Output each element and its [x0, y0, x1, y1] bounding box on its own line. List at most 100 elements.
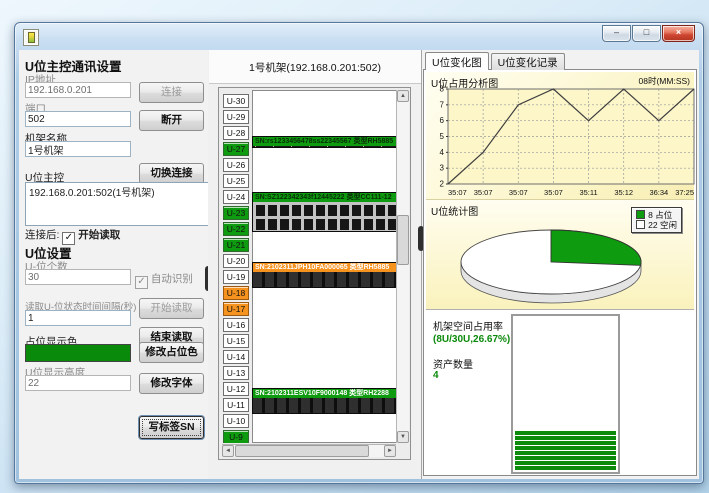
- occupied-unit-bar: [515, 446, 616, 450]
- svg-text:35:07: 35:07: [474, 188, 493, 197]
- rack-slot[interactable]: U-15: [223, 334, 249, 348]
- scroll-down-icon[interactable]: ▼: [397, 431, 409, 443]
- after-connect-label: 连接后:: [25, 229, 59, 241]
- write-sn-button[interactable]: 写标签SN: [139, 416, 204, 439]
- rack-slot[interactable]: U-24: [223, 190, 249, 204]
- client-area: U位主控通讯设置 IP地址 连接 端口 断开 机架名称 切换连接 U位主控 19…: [19, 50, 699, 479]
- rack-slot[interactable]: U-26: [223, 158, 249, 172]
- svg-text:35:07: 35:07: [509, 188, 528, 197]
- tab-u-change-log[interactable]: U位变化记录: [491, 53, 565, 70]
- device-faceplate: [253, 398, 397, 413]
- rack-name-input[interactable]: [25, 141, 131, 157]
- tab-u-change-chart[interactable]: U位变化图: [425, 52, 489, 70]
- rack-horizontal-scrollbar[interactable]: ◄ ►: [222, 444, 396, 457]
- svg-text:37:25: 37:25: [675, 188, 694, 197]
- rack-slot[interactable]: U-27: [223, 142, 249, 156]
- disconnect-button[interactable]: 断开: [139, 110, 204, 131]
- app-window: – □ × U位主控通讯设置 IP地址 连接 端口 断开 机架名称 切换连接 U…: [14, 22, 704, 484]
- master-list-item[interactable]: 192.168.0.201:502(1号机架): [29, 184, 205, 199]
- rack-device[interactable]: SN:SZ122342343f12445222 类型CC111-12: [252, 192, 398, 232]
- scroll-right-icon[interactable]: ►: [384, 445, 396, 457]
- svg-text:35:12: 35:12: [614, 188, 633, 197]
- modify-font-button[interactable]: 修改字体: [139, 373, 204, 394]
- pie-chart: [426, 200, 699, 310]
- device-sn-label: SN:2102311JPH10FA000065 类型RH5885: [253, 263, 397, 272]
- device-sn-label: SN:2102311ESV10F9000148 类型RH2288: [253, 389, 397, 398]
- rack-slot[interactable]: U-28: [223, 126, 249, 140]
- rack-device[interactable]: SN:rs1233456478ss22345567 类型RH5885: [252, 136, 398, 148]
- master-listbox[interactable]: 192.168.0.201:502(1号机架): [25, 182, 209, 226]
- device-sn-label: SN:SZ122342343f12445222 类型CC111-12: [253, 193, 397, 202]
- rack-slot[interactable]: U-25: [223, 174, 249, 188]
- rack-slot[interactable]: U-18: [223, 286, 249, 300]
- rack-slot[interactable]: U-9: [223, 430, 249, 443]
- auto-detect-row: ✓ 自动识别: [135, 271, 193, 289]
- rack-slot[interactable]: U-11: [223, 398, 249, 412]
- rack-slot[interactable]: U-19: [223, 270, 249, 284]
- rack-frame: U-30 U-29 U-28 U-27 U-26 U-25 U-24 U-23 U-22 U-21…: [218, 87, 411, 460]
- rack-slot[interactable]: U-10: [223, 414, 249, 428]
- rack-slot[interactable]: U-22: [223, 222, 249, 236]
- occupied-unit-bar: [515, 451, 616, 455]
- scroll-left-icon[interactable]: ◄: [222, 445, 234, 457]
- rack-slot[interactable]: U-21: [223, 238, 249, 252]
- title-bar[interactable]: – □ ×: [15, 23, 703, 50]
- port-input[interactable]: [25, 111, 131, 127]
- svg-text:8: 8: [440, 85, 445, 94]
- rack-slot[interactable]: U-16: [223, 318, 249, 332]
- device-faceplate: [253, 202, 397, 231]
- occupied-unit-bar: [515, 436, 616, 440]
- rack-slot-list: U-30 U-29 U-28 U-27 U-26 U-25 U-24 U-23 U-22 U-21…: [222, 94, 250, 443]
- u-count-input[interactable]: [25, 269, 131, 285]
- display-height-input[interactable]: [25, 375, 131, 391]
- close-button[interactable]: ×: [662, 25, 695, 42]
- modify-color-button[interactable]: 修改占位色: [139, 342, 204, 363]
- rack-slot[interactable]: U-12: [223, 382, 249, 396]
- auto-detect-checkbox[interactable]: ✓: [135, 276, 148, 289]
- svg-text:36:34: 36:34: [649, 188, 668, 197]
- rack-vertical-scrollbar[interactable]: ▲ ▼: [396, 90, 409, 443]
- rack-slot[interactable]: U-20: [223, 254, 249, 268]
- desktop-background: – □ × U位主控通讯设置 IP地址 连接 端口 断开 机架名称 切换连接 U…: [0, 0, 709, 493]
- interval-input[interactable]: [25, 310, 131, 326]
- device-faceplate: [253, 272, 397, 287]
- svg-text:4: 4: [440, 148, 445, 157]
- auto-detect-label: 自动识别: [151, 273, 193, 285]
- scroll-up-icon[interactable]: ▲: [397, 90, 409, 102]
- occupy-color-swatch: [25, 344, 131, 362]
- start-read-checkbox-label: 开始读取: [78, 229, 120, 241]
- svg-text:6: 6: [440, 116, 445, 125]
- usage-value: (8U/30U,26.67%): [433, 334, 510, 345]
- horizontal-scroll-thumb[interactable]: [235, 445, 369, 457]
- minimize-button[interactable]: –: [602, 25, 631, 42]
- app-icon: [23, 29, 39, 46]
- line-chart-section: U位占用分析图 08时(MM:SS) 234567835:0735:0735:0…: [426, 72, 694, 199]
- rack-usage-section: 机架空间占用率 (8U/30U,26.67%) 资产数量 4: [426, 309, 694, 473]
- rack-device[interactable]: SN:2102311JPH10FA000065 类型RH5885: [252, 262, 398, 288]
- line-chart: 234567835:0735:0735:0735:0735:1135:1236:…: [426, 72, 699, 199]
- rack-slot[interactable]: U-13: [223, 366, 249, 380]
- start-read-button[interactable]: 开始读取: [139, 298, 204, 319]
- rack-view-panel: 1号机架(192.168.0.201:502) U-30U-29U-28U-27…: [208, 50, 421, 479]
- switch-connection-button[interactable]: 切换连接: [139, 163, 204, 184]
- rack-slot[interactable]: U-29: [223, 110, 249, 124]
- rack-slot[interactable]: U-23: [223, 206, 249, 220]
- vertical-scroll-thumb[interactable]: [397, 215, 409, 265]
- pie-chart-section: U位统计图 8 占位22 空闲: [426, 199, 694, 310]
- rack-slot[interactable]: U-30: [223, 94, 249, 108]
- connect-button[interactable]: 连接: [139, 82, 204, 103]
- rack-slot[interactable]: U-14: [223, 350, 249, 364]
- device-sn-label: SN:rs1233456478ss22345567 类型RH5885: [253, 137, 397, 146]
- svg-text:5: 5: [440, 132, 445, 141]
- maximize-button[interactable]: □: [632, 25, 661, 42]
- svg-text:2: 2: [440, 180, 445, 189]
- ip-input[interactable]: [25, 82, 131, 98]
- occupied-unit-bar: [515, 456, 616, 460]
- device-faceplate: [253, 146, 397, 147]
- analysis-panel: U位变化图 U位变化记录 U位占用分析图 08时(MM:SS) 23456783…: [422, 50, 699, 479]
- tab-content: U位占用分析图 08时(MM:SS) 234567835:0735:0735:0…: [423, 69, 697, 476]
- rack-device[interactable]: SN:2102311ESV10F9000148 类型RH2288: [252, 388, 398, 414]
- rack-slot[interactable]: U-17: [223, 302, 249, 316]
- occupied-unit-bar: [515, 461, 616, 465]
- svg-text:7: 7: [440, 100, 445, 109]
